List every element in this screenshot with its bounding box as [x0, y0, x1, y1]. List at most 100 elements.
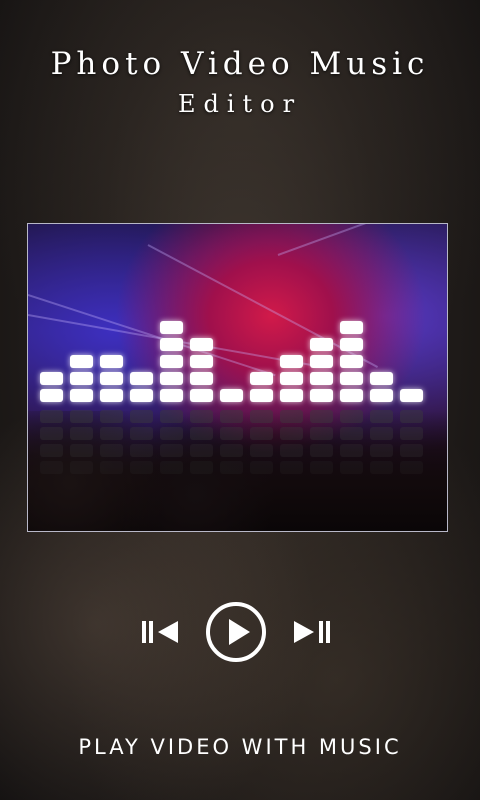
equalizer-block: [190, 338, 213, 351]
equalizer-reflection-block: [130, 410, 153, 423]
equalizer-reflection-block: [40, 461, 63, 474]
equalizer-reflection-block: [250, 444, 273, 457]
equalizer-reflection-block: [100, 410, 123, 423]
equalizer-reflection-block: [70, 461, 93, 474]
equalizer-reflection-block: [280, 444, 303, 457]
equalizer-reflection-block: [370, 410, 393, 423]
equalizer-reflection-block: [370, 444, 393, 457]
playback-controls: [0, 600, 480, 664]
equalizer-reflection-block: [310, 444, 333, 457]
play-circle-icon: [206, 602, 266, 662]
equalizer-reflection-block: [250, 427, 273, 440]
equalizer-block: [220, 389, 243, 402]
equalizer-block: [280, 389, 303, 402]
equalizer-reflection-block: [400, 461, 423, 474]
equalizer-block: [40, 372, 63, 385]
equalizer-reflection-block: [220, 444, 243, 457]
equalizer-block: [280, 355, 303, 368]
equalizer-reflection-block: [160, 427, 183, 440]
equalizer-block: [70, 355, 93, 368]
equalizer-block: [160, 355, 183, 368]
equalizer-block: [340, 321, 363, 334]
skip-next-icon: [294, 621, 330, 643]
equalizer-reflection-block: [100, 427, 123, 440]
equalizer-reflection-block: [370, 427, 393, 440]
equalizer-block: [160, 321, 183, 334]
equalizer-block: [310, 338, 333, 351]
equalizer-reflection-block: [340, 427, 363, 440]
play-button[interactable]: [204, 600, 268, 664]
equalizer-reflection-block: [40, 410, 63, 423]
equalizer-reflection-block: [160, 461, 183, 474]
equalizer-reflection-block: [130, 444, 153, 457]
equalizer-block: [190, 372, 213, 385]
equalizer-block: [190, 389, 213, 402]
equalizer-block: [70, 372, 93, 385]
equalizer-block: [250, 389, 273, 402]
equalizer-reflection-block: [160, 410, 183, 423]
equalizer-block: [130, 372, 153, 385]
equalizer-reflection-block: [130, 461, 153, 474]
equalizer-reflection-block: [190, 410, 213, 423]
equalizer-block: [340, 355, 363, 368]
app-subtitle: Editor: [177, 90, 303, 118]
equalizer-reflection-block: [220, 410, 243, 423]
equalizer-reflection-block: [40, 444, 63, 457]
equalizer-block: [340, 338, 363, 351]
equalizer-reflection-block: [280, 427, 303, 440]
equalizer-reflection-block: [70, 444, 93, 457]
equalizer-block: [310, 355, 333, 368]
equalizer-block: [130, 389, 153, 402]
equalizer-block: [250, 372, 273, 385]
equalizer-reflection-block: [220, 427, 243, 440]
equalizer-block: [340, 389, 363, 402]
equalizer-reflection-block: [370, 461, 393, 474]
equalizer-reflection-block: [400, 427, 423, 440]
previous-button[interactable]: [138, 614, 182, 650]
equalizer-block: [160, 389, 183, 402]
equalizer-reflection-block: [310, 461, 333, 474]
equalizer-block: [70, 389, 93, 402]
equalizer-reflection-block: [100, 444, 123, 457]
play-video-with-music-button[interactable]: PLAY VIDEO WITH MUSIC: [0, 735, 480, 759]
next-button[interactable]: [290, 614, 334, 650]
equalizer-block: [100, 372, 123, 385]
equalizer-reflection-block: [310, 427, 333, 440]
equalizer-reflection-block: [400, 410, 423, 423]
equalizer-block: [280, 372, 303, 385]
equalizer-reflection-block: [340, 444, 363, 457]
equalizer-block: [370, 372, 393, 385]
equalizer-reflection-block: [340, 461, 363, 474]
equalizer-block: [400, 389, 423, 402]
equalizer-block: [340, 372, 363, 385]
equalizer-reflection-block: [40, 427, 63, 440]
app-title: Photo Video Music: [50, 46, 430, 82]
laser-beam: [277, 224, 447, 256]
equalizer-reflection-block: [190, 427, 213, 440]
equalizer-reflection-block: [70, 410, 93, 423]
equalizer-reflection-block: [340, 410, 363, 423]
equalizer-block: [160, 338, 183, 351]
equalizer-reflection-block: [190, 461, 213, 474]
equalizer-block: [190, 355, 213, 368]
equalizer-reflection-block: [280, 410, 303, 423]
equalizer-reflection-block: [190, 444, 213, 457]
equalizer-reflection-block: [220, 461, 243, 474]
equalizer-reflection-block: [280, 461, 303, 474]
equalizer-block: [370, 389, 393, 402]
equalizer-block: [40, 389, 63, 402]
video-preview[interactable]: [27, 223, 448, 532]
equalizer-block: [310, 389, 333, 402]
equalizer-block: [100, 355, 123, 368]
skip-previous-icon: [142, 621, 178, 643]
equalizer-reflection-block: [310, 410, 333, 423]
equalizer-reflection-block: [160, 444, 183, 457]
equalizer-block: [310, 372, 333, 385]
equalizer-reflection-block: [70, 427, 93, 440]
equalizer-reflection-block: [250, 410, 273, 423]
equalizer-reflection-block: [130, 427, 153, 440]
equalizer-block: [100, 389, 123, 402]
equalizer-reflection-block: [400, 444, 423, 457]
equalizer-reflection-block: [100, 461, 123, 474]
equalizer-block: [160, 372, 183, 385]
